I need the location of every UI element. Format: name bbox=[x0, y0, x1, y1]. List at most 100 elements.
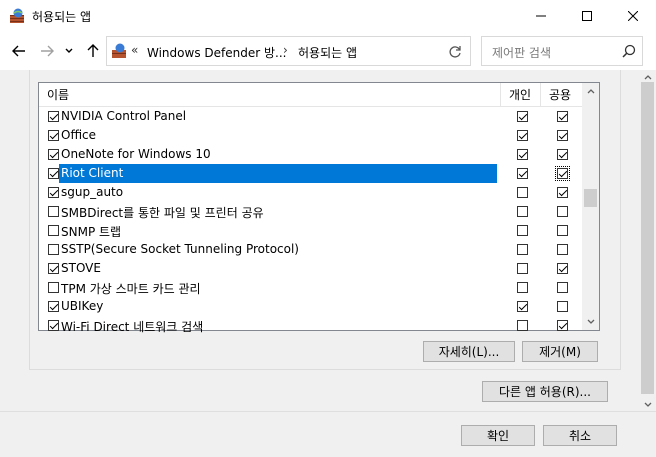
column-divider[interactable] bbox=[500, 83, 501, 107]
enable-checkbox[interactable] bbox=[48, 244, 59, 255]
list-item-name-cell[interactable]: TPM 가상 스마트 카드 관리 bbox=[59, 278, 497, 297]
public-checkbox[interactable] bbox=[557, 320, 568, 331]
list-item-name-cell[interactable]: STOVE bbox=[59, 259, 497, 278]
list-item[interactable]: SSTP(Secure Socket Tunneling Protocol) bbox=[39, 240, 583, 259]
page-scrollbar[interactable] bbox=[639, 70, 656, 411]
list-item[interactable]: TPM 가상 스마트 카드 관리 bbox=[39, 278, 583, 297]
list-item[interactable]: SNMP 트랩 bbox=[39, 221, 583, 240]
scroll-down-button[interactable] bbox=[582, 313, 599, 330]
page-scroll-down-button[interactable] bbox=[639, 397, 656, 411]
list-item-name-cell[interactable]: OneNote for Windows 10 bbox=[59, 145, 497, 164]
list-item-name-cell[interactable]: SSTP(Secure Socket Tunneling Protocol) bbox=[59, 240, 497, 259]
refresh-icon bbox=[449, 46, 461, 58]
enable-checkbox[interactable] bbox=[48, 206, 59, 217]
refresh-button[interactable] bbox=[444, 41, 466, 63]
search-input[interactable]: 제어판 검색 bbox=[481, 36, 643, 66]
list-item-label: SNMP 트랩 bbox=[61, 225, 122, 239]
recent-locations-button[interactable] bbox=[62, 40, 76, 62]
arrow-left-icon bbox=[12, 45, 25, 57]
back-button[interactable] bbox=[8, 40, 30, 62]
list-item-label: Wi-Fi Direct 네트워크 검색 bbox=[61, 320, 204, 334]
public-checkbox[interactable] bbox=[557, 282, 568, 293]
public-checkbox[interactable] bbox=[557, 206, 568, 217]
list-item-name-cell[interactable]: SNMP 트랩 bbox=[59, 221, 497, 240]
page-scroll-thumb[interactable] bbox=[641, 82, 654, 394]
private-checkbox[interactable] bbox=[517, 168, 528, 179]
enable-checkbox[interactable] bbox=[48, 168, 59, 179]
address-segment-defender[interactable]: Windows Defender 방... bbox=[147, 44, 286, 61]
search-icon bbox=[622, 44, 636, 58]
address-bar[interactable]: « Windows Defender 방... › 허용되는 앱 bbox=[106, 36, 471, 66]
list-item-name-cell[interactable]: Office bbox=[59, 126, 497, 145]
minimize-button[interactable] bbox=[518, 0, 564, 32]
list-item-name-cell[interactable]: sgup_auto bbox=[59, 183, 497, 202]
list-item[interactable]: UBIKey bbox=[39, 297, 583, 316]
private-checkbox[interactable] bbox=[517, 301, 528, 312]
remove-button[interactable]: 제거(M) bbox=[522, 341, 598, 362]
enable-checkbox[interactable] bbox=[48, 282, 59, 293]
close-button[interactable] bbox=[610, 0, 656, 32]
list-item[interactable]: SMBDirect를 통한 파일 및 프린터 공유 bbox=[39, 202, 583, 221]
list-item-name-cell[interactable]: Riot Client bbox=[59, 164, 497, 183]
list-item[interactable]: STOVE bbox=[39, 259, 583, 278]
list-item-name-cell[interactable]: NVIDIA Control Panel bbox=[59, 107, 497, 126]
private-checkbox[interactable] bbox=[517, 282, 528, 293]
public-checkbox[interactable] bbox=[557, 225, 568, 236]
private-checkbox[interactable] bbox=[517, 111, 528, 122]
private-checkbox[interactable] bbox=[517, 225, 528, 236]
public-checkbox[interactable] bbox=[557, 244, 568, 255]
address-separator[interactable]: › bbox=[283, 43, 288, 57]
column-header-public[interactable]: 공용 bbox=[549, 83, 571, 107]
details-button[interactable]: 자세히(L)... bbox=[423, 341, 515, 362]
enable-checkbox[interactable] bbox=[48, 320, 59, 331]
forward-button[interactable] bbox=[36, 40, 58, 62]
enable-checkbox[interactable] bbox=[48, 149, 59, 160]
private-checkbox[interactable] bbox=[517, 130, 528, 141]
public-checkbox[interactable] bbox=[557, 111, 568, 122]
enable-checkbox[interactable] bbox=[48, 130, 59, 141]
enable-checkbox[interactable] bbox=[48, 111, 59, 122]
list-item[interactable]: NVIDIA Control Panel bbox=[39, 107, 583, 126]
private-checkbox[interactable] bbox=[517, 320, 528, 331]
list-scrollbar[interactable] bbox=[582, 83, 599, 330]
scroll-up-button[interactable] bbox=[582, 83, 599, 100]
ok-button[interactable]: 확인 bbox=[461, 425, 535, 446]
public-checkbox[interactable] bbox=[557, 187, 568, 198]
up-button[interactable] bbox=[82, 40, 104, 62]
private-checkbox[interactable] bbox=[517, 149, 528, 160]
enable-checkbox[interactable] bbox=[48, 263, 59, 274]
private-checkbox[interactable] bbox=[517, 263, 528, 274]
address-segment-allowed-apps[interactable]: 허용되는 앱 bbox=[298, 44, 357, 61]
public-checkbox[interactable] bbox=[557, 301, 568, 312]
private-checkbox[interactable] bbox=[517, 187, 528, 198]
list-item[interactable]: Office bbox=[39, 126, 583, 145]
list-item[interactable]: Wi-Fi Direct 네트워크 검색 bbox=[39, 316, 583, 335]
list-item-name-cell[interactable]: UBIKey bbox=[59, 297, 497, 316]
list-rows: NVIDIA Control Panel Office OneNote for Wi… bbox=[39, 107, 583, 335]
enable-checkbox[interactable] bbox=[48, 225, 59, 236]
title-bar: 허용되는 앱 bbox=[0, 0, 656, 32]
public-checkbox[interactable] bbox=[555, 166, 570, 181]
enable-checkbox[interactable] bbox=[48, 301, 59, 312]
maximize-button[interactable] bbox=[564, 0, 610, 32]
public-checkbox[interactable] bbox=[557, 263, 568, 274]
scroll-thumb[interactable] bbox=[584, 189, 597, 207]
list-item-name-cell[interactable]: Wi-Fi Direct 네트워크 검색 bbox=[59, 316, 497, 335]
address-overflow-chevron[interactable]: « bbox=[131, 43, 138, 57]
column-header-private[interactable]: 개인 bbox=[509, 83, 531, 107]
private-checkbox[interactable] bbox=[517, 244, 528, 255]
list-item[interactable]: Riot Client bbox=[39, 164, 583, 183]
cancel-button[interactable]: 취소 bbox=[543, 425, 617, 446]
private-checkbox[interactable] bbox=[517, 206, 528, 217]
chevron-up-icon bbox=[587, 89, 594, 94]
column-header-name[interactable]: 이름 bbox=[47, 83, 69, 107]
allowed-apps-list[interactable]: 이름 개인 공용 NVIDIA Control Panel Office OneNo… bbox=[38, 82, 600, 334]
allow-other-app-button[interactable]: 다른 앱 허용(R)... bbox=[482, 381, 608, 402]
list-item-name-cell[interactable]: SMBDirect를 통한 파일 및 프린터 공유 bbox=[59, 202, 497, 221]
column-divider[interactable] bbox=[540, 83, 541, 107]
list-item[interactable]: OneNote for Windows 10 bbox=[39, 145, 583, 164]
list-item[interactable]: sgup_auto bbox=[39, 183, 583, 202]
enable-checkbox[interactable] bbox=[48, 187, 59, 198]
public-checkbox[interactable] bbox=[557, 149, 568, 160]
public-checkbox[interactable] bbox=[557, 130, 568, 141]
